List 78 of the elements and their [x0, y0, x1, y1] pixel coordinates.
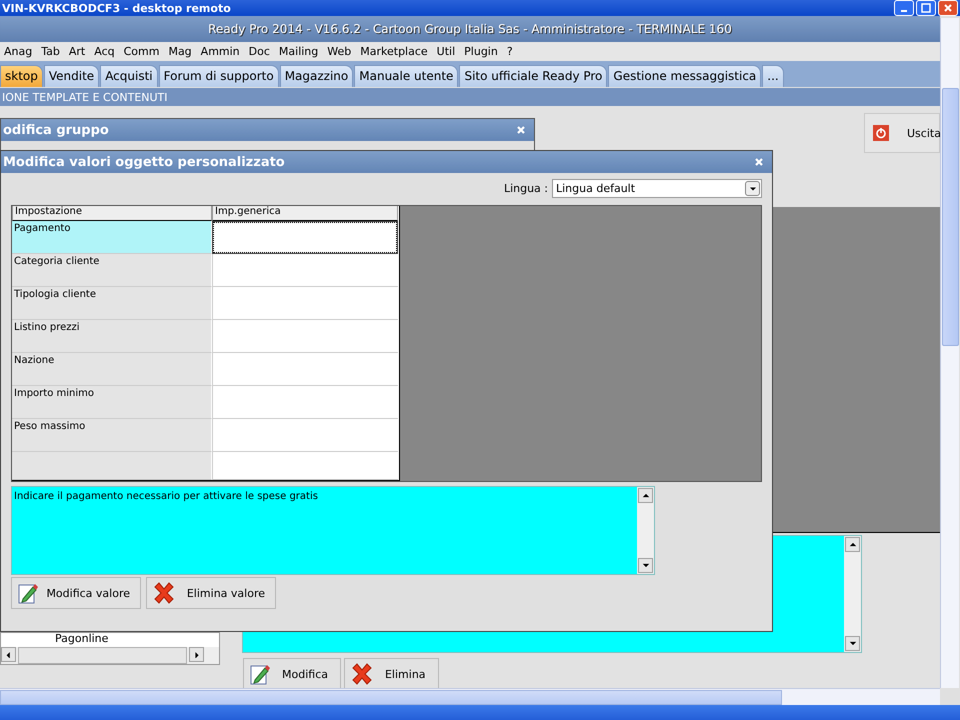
scroll-thumb[interactable] [0, 690, 782, 705]
close-button[interactable] [938, 0, 958, 16]
description-text: Indicare il pagamento necessario per attivare le spese gratis [14, 491, 318, 502]
up-arrow-icon [848, 541, 856, 548]
up-arrow-icon [642, 492, 650, 499]
delete-icon [350, 663, 373, 685]
language-label: Lingua : [504, 182, 548, 195]
menu-item[interactable]: Art [68, 45, 86, 58]
menu-item[interactable]: Anag [4, 45, 32, 58]
table-cell[interactable]: Nazione [12, 353, 212, 386]
menu-item[interactable]: Comm [124, 45, 160, 58]
vertical-scrollbar[interactable] [940, 18, 959, 688]
dialog-title: odifica gruppo [2, 122, 109, 138]
scroll-thumb[interactable] [942, 88, 959, 346]
menu-item[interactable]: Doc [248, 45, 270, 58]
menu-item[interactable]: ? [506, 45, 513, 58]
delete-icon [153, 582, 175, 604]
scroll-down-button[interactable] [638, 558, 653, 573]
close-icon [943, 3, 953, 13]
tab[interactable]: Sito ufficiale Ready Pro [459, 65, 608, 87]
menu-item[interactable]: Plugin [464, 45, 498, 58]
description-field[interactable]: Indicare il pagamento necessario per attivare le spese gratis [11, 486, 655, 575]
menu-item[interactable]: Acq [94, 45, 115, 58]
menu-item[interactable]: Mailing [278, 45, 318, 58]
table-cell[interactable]: Importo minimo [12, 386, 212, 419]
menu-item[interactable]: Marketplace [360, 45, 428, 58]
scroll-right-button[interactable] [189, 647, 204, 662]
scroll-left-button[interactable] [1, 647, 16, 662]
edit-button[interactable]: Modifica [243, 658, 341, 690]
edit-value-button[interactable]: Modifica valore [11, 577, 141, 609]
table-cell[interactable]: Tipologia cliente [12, 287, 212, 320]
table-cell[interactable]: Categoria cliente [12, 254, 212, 287]
menu-item[interactable]: Ammin [200, 45, 240, 58]
scroll-up-button[interactable] [638, 488, 653, 503]
right-arrow-icon [192, 651, 200, 658]
tree-item[interactable]: Pagonline [1, 633, 219, 644]
table-cell[interactable]: Pagamento [12, 221, 212, 254]
left-arrow-icon [4, 651, 12, 658]
tab[interactable]: Vendite [44, 65, 100, 87]
close-icon[interactable] [516, 125, 526, 135]
scroll-up-button[interactable] [845, 537, 860, 552]
power-icon [873, 125, 889, 141]
minimize-button[interactable] [894, 0, 914, 16]
delete-button[interactable]: Elimina [344, 658, 439, 690]
scroll-thumb[interactable] [18, 647, 187, 664]
table-cell[interactable]: Peso massimo [12, 419, 212, 452]
menu-item[interactable]: Mag [168, 45, 192, 58]
table-cell[interactable]: Listino prezzi [12, 320, 212, 353]
column-header: Imp.generica [212, 206, 398, 221]
value-cell[interactable] [212, 221, 398, 254]
tab[interactable]: Acquisti [100, 65, 158, 87]
dialog-title: Modifica valori oggetto personalizzato [2, 154, 285, 170]
tab[interactable]: Gestione messaggistica [608, 65, 762, 87]
tab[interactable]: Magazzino [280, 65, 354, 87]
tab[interactable]: Manuale utente [354, 65, 458, 87]
language-dropdown[interactable]: Lingua default [552, 179, 762, 198]
menu-item[interactable]: Tab [41, 45, 60, 58]
tab[interactable]: Forum di supporto [158, 65, 279, 87]
down-arrow-icon [642, 562, 650, 569]
edit-icon [250, 663, 270, 685]
menu-item[interactable]: Web [327, 45, 352, 58]
window-title: VIN-KVRKCBODCF3 - desktop remoto [2, 2, 231, 14]
menu-item[interactable]: Util [436, 45, 456, 58]
edit-icon [18, 582, 38, 604]
minimize-icon [901, 10, 907, 12]
exit-button[interactable]: Uscita [864, 113, 940, 153]
column-header: Impostazione [12, 206, 212, 221]
tab[interactable]: sktop [0, 65, 43, 87]
section-title: IONE TEMPLATE E CONTENUTI [2, 90, 168, 104]
horizontal-scrollbar[interactable] [0, 688, 940, 705]
maximize-icon [921, 3, 931, 13]
app-title: Ready Pro 2014 - V16.6.2 - Cartoon Group Italia Sas - Amministratore - TERMINALE 160 [208, 22, 732, 36]
delete-value-button[interactable]: Elimina valore [146, 577, 276, 609]
maximize-button[interactable] [916, 0, 936, 16]
down-arrow-icon [848, 640, 856, 647]
close-icon[interactable] [754, 157, 764, 167]
tab[interactable]: ... [762, 65, 784, 87]
scroll-down-button[interactable] [845, 636, 860, 651]
